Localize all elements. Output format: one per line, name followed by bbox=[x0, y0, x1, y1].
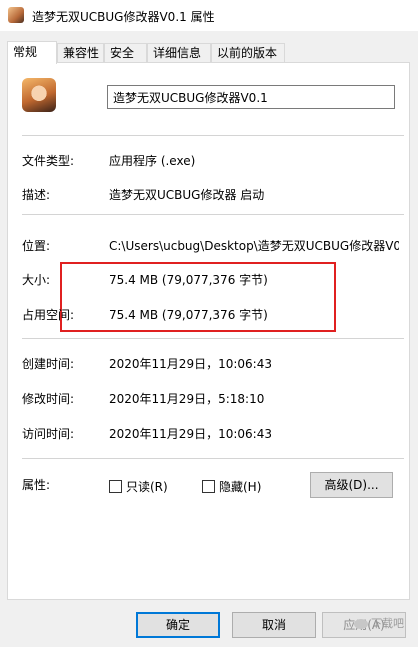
cancel-button[interactable]: 取消 bbox=[232, 612, 316, 638]
created-label: 创建时间: bbox=[22, 357, 75, 371]
size-on-disk-value: 75.4 MB (79,077,376 字节) bbox=[109, 308, 268, 322]
file-icon bbox=[22, 78, 56, 112]
file-type-value: 应用程序 (.exe) bbox=[109, 154, 196, 168]
file-name-field[interactable]: 造梦无双UCBUG修改器V0.1 bbox=[107, 85, 395, 109]
divider bbox=[22, 135, 404, 136]
tab-compatibility[interactable]: 兼容性 bbox=[57, 43, 104, 62]
size-value: 75.4 MB (79,077,376 字节) bbox=[109, 273, 268, 287]
size-on-disk-label: 占用空间: bbox=[22, 308, 75, 322]
divider bbox=[22, 338, 404, 339]
created-value: 2020年11月29日，10:06:43 bbox=[109, 357, 272, 371]
watermark: 下载吧 bbox=[354, 615, 404, 631]
divider bbox=[22, 458, 404, 459]
description-value: 造梦无双UCBUG修改器 启动 bbox=[109, 188, 265, 202]
app-icon bbox=[8, 7, 24, 23]
readonly-checkbox[interactable]: 只读(R) bbox=[109, 478, 168, 495]
window-title: 造梦无双UCBUG修改器V0.1 属性 bbox=[32, 10, 215, 24]
modified-label: 修改时间: bbox=[22, 392, 75, 406]
file-type-label: 文件类型: bbox=[22, 154, 75, 168]
tab-general[interactable]: 常规 bbox=[7, 41, 57, 64]
tab-details[interactable]: 详细信息 bbox=[147, 43, 211, 62]
size-label: 大小: bbox=[22, 273, 51, 287]
modified-value: 2020年11月29日，5:18:10 bbox=[109, 392, 265, 406]
readonly-label: 只读(R) bbox=[126, 480, 168, 494]
checkbox-box[interactable] bbox=[202, 480, 215, 493]
tab-security[interactable]: 安全 bbox=[104, 43, 147, 62]
accessed-value: 2020年11月29日，10:06:43 bbox=[109, 427, 272, 441]
tab-previous-versions[interactable]: 以前的版本 bbox=[211, 43, 285, 62]
location-label: 位置: bbox=[22, 239, 51, 253]
hidden-checkbox[interactable]: 隐藏(H) bbox=[202, 478, 261, 495]
accessed-label: 访问时间: bbox=[22, 427, 75, 441]
attributes-label: 属性: bbox=[22, 478, 51, 492]
watermark-icon bbox=[354, 619, 368, 629]
description-label: 描述: bbox=[22, 188, 51, 202]
hidden-label: 隐藏(H) bbox=[219, 480, 262, 494]
title-bar: 造梦无双UCBUG修改器V0.1 属性 bbox=[0, 0, 418, 31]
watermark-text: 下载吧 bbox=[371, 617, 404, 630]
advanced-button[interactable]: 高级(D)... bbox=[310, 472, 393, 498]
checkbox-box[interactable] bbox=[109, 480, 122, 493]
divider bbox=[22, 214, 404, 215]
general-panel: 造梦无双UCBUG修改器V0.1 文件类型: 应用程序 (.exe) 描述: 造… bbox=[7, 62, 410, 600]
location-value: C:\Users\ucbug\Desktop\造梦无双UCBUG修改器V0 bbox=[109, 239, 399, 253]
ok-button[interactable]: 确定 bbox=[136, 612, 220, 638]
